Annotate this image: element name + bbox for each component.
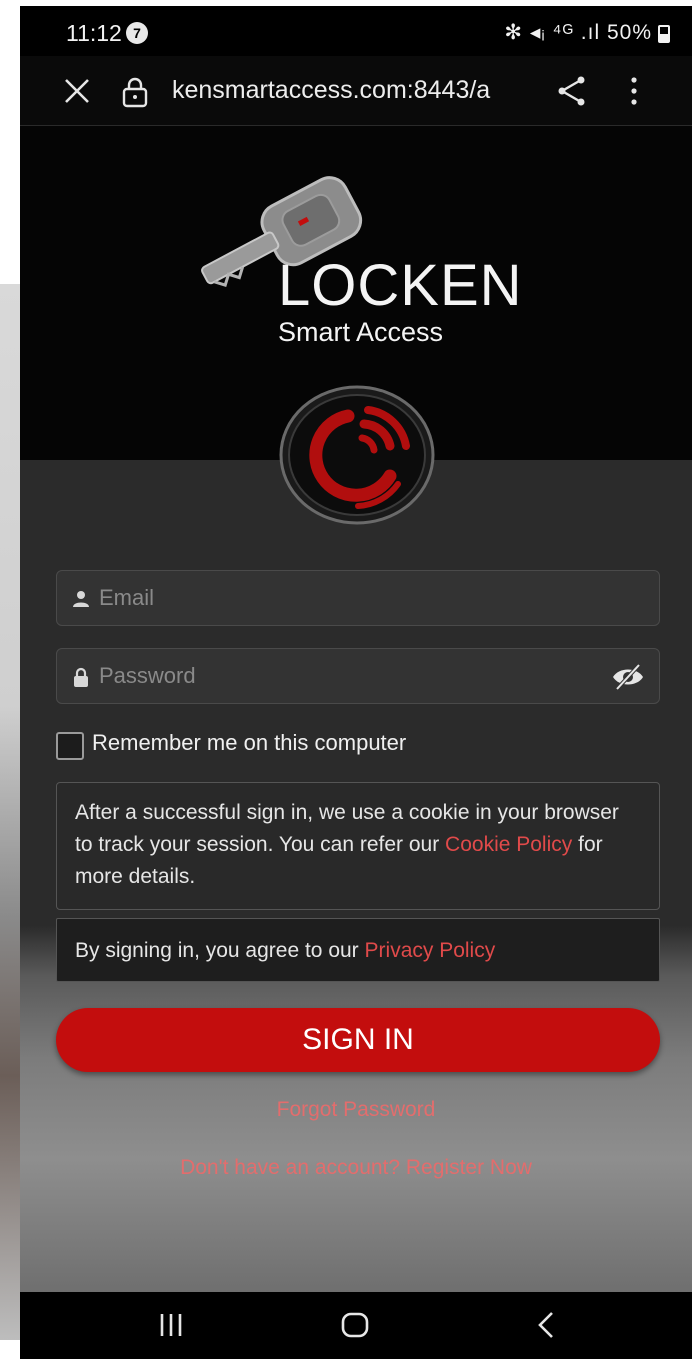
status-indicators: ✻ ◂ᵢ ⁴ᴳ .ıl 50% — [504, 20, 652, 45]
cookie-policy-link[interactable]: Cookie Policy — [445, 833, 572, 856]
padlock-icon — [74, 667, 88, 687]
privacy-policy-link[interactable]: Privacy Policy — [365, 939, 496, 962]
privacy-text: By signing in, you agree to our — [75, 939, 359, 962]
brand-subtitle: Smart Access — [278, 317, 444, 347]
eye-hidden-icon[interactable] — [611, 663, 645, 691]
back-icon[interactable] — [532, 1308, 560, 1342]
password-field[interactable] — [56, 648, 660, 704]
notification-badge: 7 — [126, 22, 148, 44]
email-field[interactable] — [56, 570, 660, 626]
register-link[interactable]: Don't have an account? Register Now — [20, 1156, 692, 1180]
email-input[interactable] — [99, 571, 599, 625]
password-input[interactable] — [99, 649, 599, 703]
forgot-password-link[interactable]: Forgot Password — [20, 1098, 692, 1122]
close-icon[interactable] — [60, 74, 94, 108]
remember-checkbox[interactable] — [56, 732, 84, 760]
browser-toolbar: kensmartaccess.com:8443/a — [20, 56, 692, 126]
home-icon[interactable] — [338, 1308, 372, 1342]
locken-ring-logo-icon — [279, 385, 435, 525]
lock-icon[interactable] — [120, 76, 150, 108]
sign-in-button[interactable]: SIGN IN — [56, 1008, 660, 1072]
navigation-bar — [20, 1292, 692, 1359]
battery-level: 50% — [606, 21, 652, 44]
remember-label[interactable]: Remember me on this computer — [92, 730, 406, 756]
url-field[interactable]: kensmartaccess.com:8443/a — [172, 76, 534, 105]
menu-icon[interactable] — [624, 74, 644, 108]
battery-icon — [658, 25, 670, 43]
share-icon[interactable] — [556, 74, 588, 108]
privacy-notice: By signing in, you agree to our Privacy … — [56, 918, 660, 982]
remember-me[interactable]: Remember me on this computer — [56, 726, 476, 762]
brand-name: LOCKEN — [278, 253, 523, 318]
signal-indicators: ✻ ◂ᵢ ⁴ᴳ .ıl — [504, 21, 601, 44]
recent-apps-icon[interactable] — [154, 1310, 188, 1340]
phone-screen: 11:12 7 ✻ ◂ᵢ ⁴ᴳ .ıl 50% kensmartaccess.c… — [20, 6, 692, 1359]
cookie-notice: After a successful sign in, we use a coo… — [56, 782, 660, 910]
person-icon — [73, 591, 89, 607]
status-time: 11:12 — [66, 20, 122, 46]
status-bar: 11:12 7 ✻ ◂ᵢ ⁴ᴳ .ıl 50% — [20, 6, 692, 56]
